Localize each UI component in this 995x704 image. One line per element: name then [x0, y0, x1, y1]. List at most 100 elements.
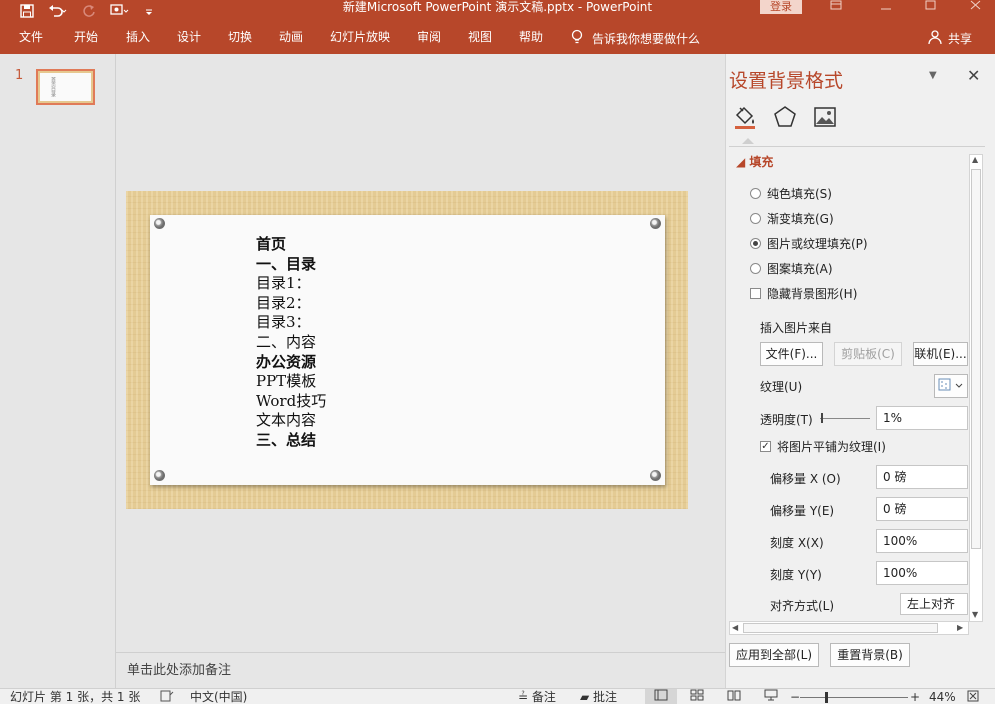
insert-picture-from-label: 插入图片来自 — [760, 321, 833, 335]
zoom-slider-knob[interactable] — [824, 692, 828, 703]
slideshow-view-icon[interactable] — [764, 689, 778, 704]
alignment-dropdown[interactable]: 左上对齐 — [900, 593, 968, 615]
fill-option-label: 图片或纹理填充(P) — [767, 237, 868, 251]
apply-to-all-button[interactable]: 应用到全部(L) — [729, 643, 819, 667]
file-button[interactable]: 文件(F)... — [760, 342, 823, 366]
slide-text-line: 目录2： — [256, 293, 311, 312]
notes-pane[interactable]: 单击此处添加备注 — [116, 652, 725, 688]
scroll-left-icon[interactable]: ◀ — [732, 622, 738, 634]
slide-text-line: 办公资源 — [256, 352, 317, 371]
pentagon-effects-icon[interactable] — [772, 104, 798, 130]
radio-pattern[interactable] — [750, 263, 761, 274]
comments-toggle[interactable]: ▰ 批注 — [580, 689, 617, 704]
radio-picture[interactable] — [750, 238, 761, 249]
tab-slideshow[interactable]: 幻灯片放映 — [330, 22, 390, 54]
reading-view-icon[interactable] — [727, 689, 741, 704]
fill-option-label: 纯色填充(S) — [767, 187, 832, 201]
slide-thumbnail-paper: 首页目录 — [40, 73, 91, 101]
fill-section-header[interactable]: ◢ 填充 — [736, 153, 773, 170]
fill-option-solid[interactable]: 纯色填充(S) — [750, 185, 832, 202]
transparency-input[interactable]: 1% — [876, 406, 968, 430]
pin-icon — [154, 470, 165, 481]
reset-background-button[interactable]: 重置背景(B) — [830, 643, 910, 667]
tile-picture-option[interactable]: ✓ 将图片平铺为纹理(I) — [760, 438, 886, 455]
tab-view[interactable]: 视图 — [468, 22, 492, 54]
fill-bucket-icon[interactable] — [732, 104, 758, 130]
zoom-out-icon[interactable]: − — [790, 689, 800, 704]
tab-file[interactable]: 文件 — [19, 22, 43, 54]
ribbon-display-options-icon[interactable] — [830, 0, 842, 14]
tab-review[interactable]: 审阅 — [417, 22, 441, 54]
scroll-right-icon[interactable]: ▶ — [957, 622, 963, 634]
share-label: 共享 — [948, 31, 973, 46]
share-button[interactable]: 共享 — [928, 22, 972, 54]
scale-x-input[interactable]: 100% — [876, 529, 968, 553]
slide-text-line: PPT模板 — [256, 372, 317, 391]
fill-option-pattern[interactable]: 图案填充(A) — [750, 260, 833, 277]
slide-sorter-icon[interactable] — [690, 689, 704, 704]
texture-picker[interactable] — [934, 374, 968, 398]
scroll-thumb[interactable] — [971, 169, 981, 549]
scroll-up-icon[interactable]: ▲ — [972, 155, 978, 164]
login-button[interactable]: 登录 — [760, 0, 802, 14]
status-bar: 幻灯片 第 1 张，共 1 张 中文(中国) ≟ 备注 ▰ 批注 − + 44% — [0, 688, 995, 704]
hide-bg-checkbox[interactable] — [750, 288, 761, 299]
maximize-icon[interactable] — [925, 0, 937, 14]
slide-paper: 首页 一、目录 目录1： 目录2： 目录3： 二、内容 办公资源 PPT模板 W… — [150, 215, 665, 485]
picture-icon[interactable] — [812, 104, 838, 130]
fit-to-window-icon[interactable] — [966, 689, 980, 704]
tab-help[interactable]: 帮助 — [519, 22, 543, 54]
tab-home[interactable]: 开始 — [74, 22, 98, 54]
accessibility-icon[interactable] — [160, 689, 174, 704]
close-window-icon[interactable] — [970, 0, 982, 14]
normal-view-icon[interactable] — [645, 689, 677, 704]
radio-solid[interactable] — [750, 188, 761, 199]
tell-me-box[interactable]: 告诉我你想要做什么 — [570, 22, 700, 54]
pane-horizontal-scrollbar[interactable]: ◀ ▶ — [729, 621, 969, 635]
slide-thumbnail[interactable]: 首页目录 — [36, 69, 95, 105]
close-icon[interactable]: ✕ — [967, 66, 980, 85]
hide-background-graphics[interactable]: 隐藏背景图形(H) — [750, 285, 857, 302]
lightbulb-icon — [570, 29, 584, 48]
texture-label: 纹理(U) — [760, 380, 803, 394]
slide-text-box[interactable]: 首页 一、目录 目录1： 目录2： 目录3： 二、内容 办公资源 PPT模板 W… — [256, 235, 326, 451]
tile-checkbox[interactable]: ✓ — [760, 441, 771, 452]
slide-number: 1 — [15, 68, 24, 83]
offset-x-input[interactable]: 0 磅 — [876, 465, 968, 489]
offset-y-label: 偏移量 Y(E) — [770, 504, 835, 518]
zoom-slider-track[interactable] — [800, 697, 908, 698]
tab-animations[interactable]: 动画 — [279, 22, 303, 54]
clipboard-button[interactable]: 剪贴板(C) — [834, 342, 902, 366]
pane-options-icon[interactable]: ▼ — [929, 70, 937, 81]
offset-y-input[interactable]: 0 磅 — [876, 497, 968, 521]
divider — [729, 146, 985, 147]
ribbon-tabs: 文件 开始 插入 设计 切换 动画 幻灯片放映 审阅 视图 帮助 告诉我你想要做… — [0, 22, 995, 54]
fill-option-picture[interactable]: 图片或纹理填充(P) — [750, 235, 868, 252]
slide-thumbnail-pane: 1 首页目录 — [0, 54, 116, 688]
tab-design[interactable]: 设计 — [177, 22, 201, 54]
slide-text-line: 一、目录 — [256, 254, 317, 273]
tab-transitions[interactable]: 切换 — [228, 22, 252, 54]
notes-toggle[interactable]: ≟ 备注 — [518, 689, 556, 704]
fill-option-gradient[interactable]: 渐变填充(G) — [750, 210, 834, 227]
scale-y-input[interactable]: 100% — [876, 561, 968, 585]
zoom-level[interactable]: 44% — [929, 689, 956, 704]
pane-vertical-scrollbar[interactable]: ▲ ▼ — [969, 154, 983, 622]
minimize-icon[interactable] — [880, 0, 892, 14]
fill-option-label: 图案填充(A) — [767, 262, 833, 276]
zoom-in-icon[interactable]: + — [910, 689, 920, 704]
transparency-slider[interactable] — [820, 412, 870, 424]
tab-insert[interactable]: 插入 — [126, 22, 150, 54]
selected-tab-pointer — [742, 138, 754, 144]
scroll-down-icon[interactable]: ▼ — [972, 610, 978, 619]
language-indicator[interactable]: 中文(中国) — [190, 689, 247, 704]
offset-x-label: 偏移量 X (O) — [770, 472, 841, 486]
comments-toggle-label: 批注 — [593, 690, 618, 704]
online-button[interactable]: 联机(E)... — [913, 342, 968, 366]
slide-canvas[interactable]: 首页 一、目录 目录1： 目录2： 目录3： 二、内容 办公资源 PPT模板 W… — [126, 191, 688, 509]
slider-knob[interactable] — [821, 413, 823, 423]
scroll-thumb[interactable] — [743, 623, 938, 633]
radio-gradient[interactable] — [750, 213, 761, 224]
notes-toggle-label: 备注 — [531, 690, 556, 704]
tell-me-text: 告诉我你想要做什么 — [592, 31, 701, 46]
